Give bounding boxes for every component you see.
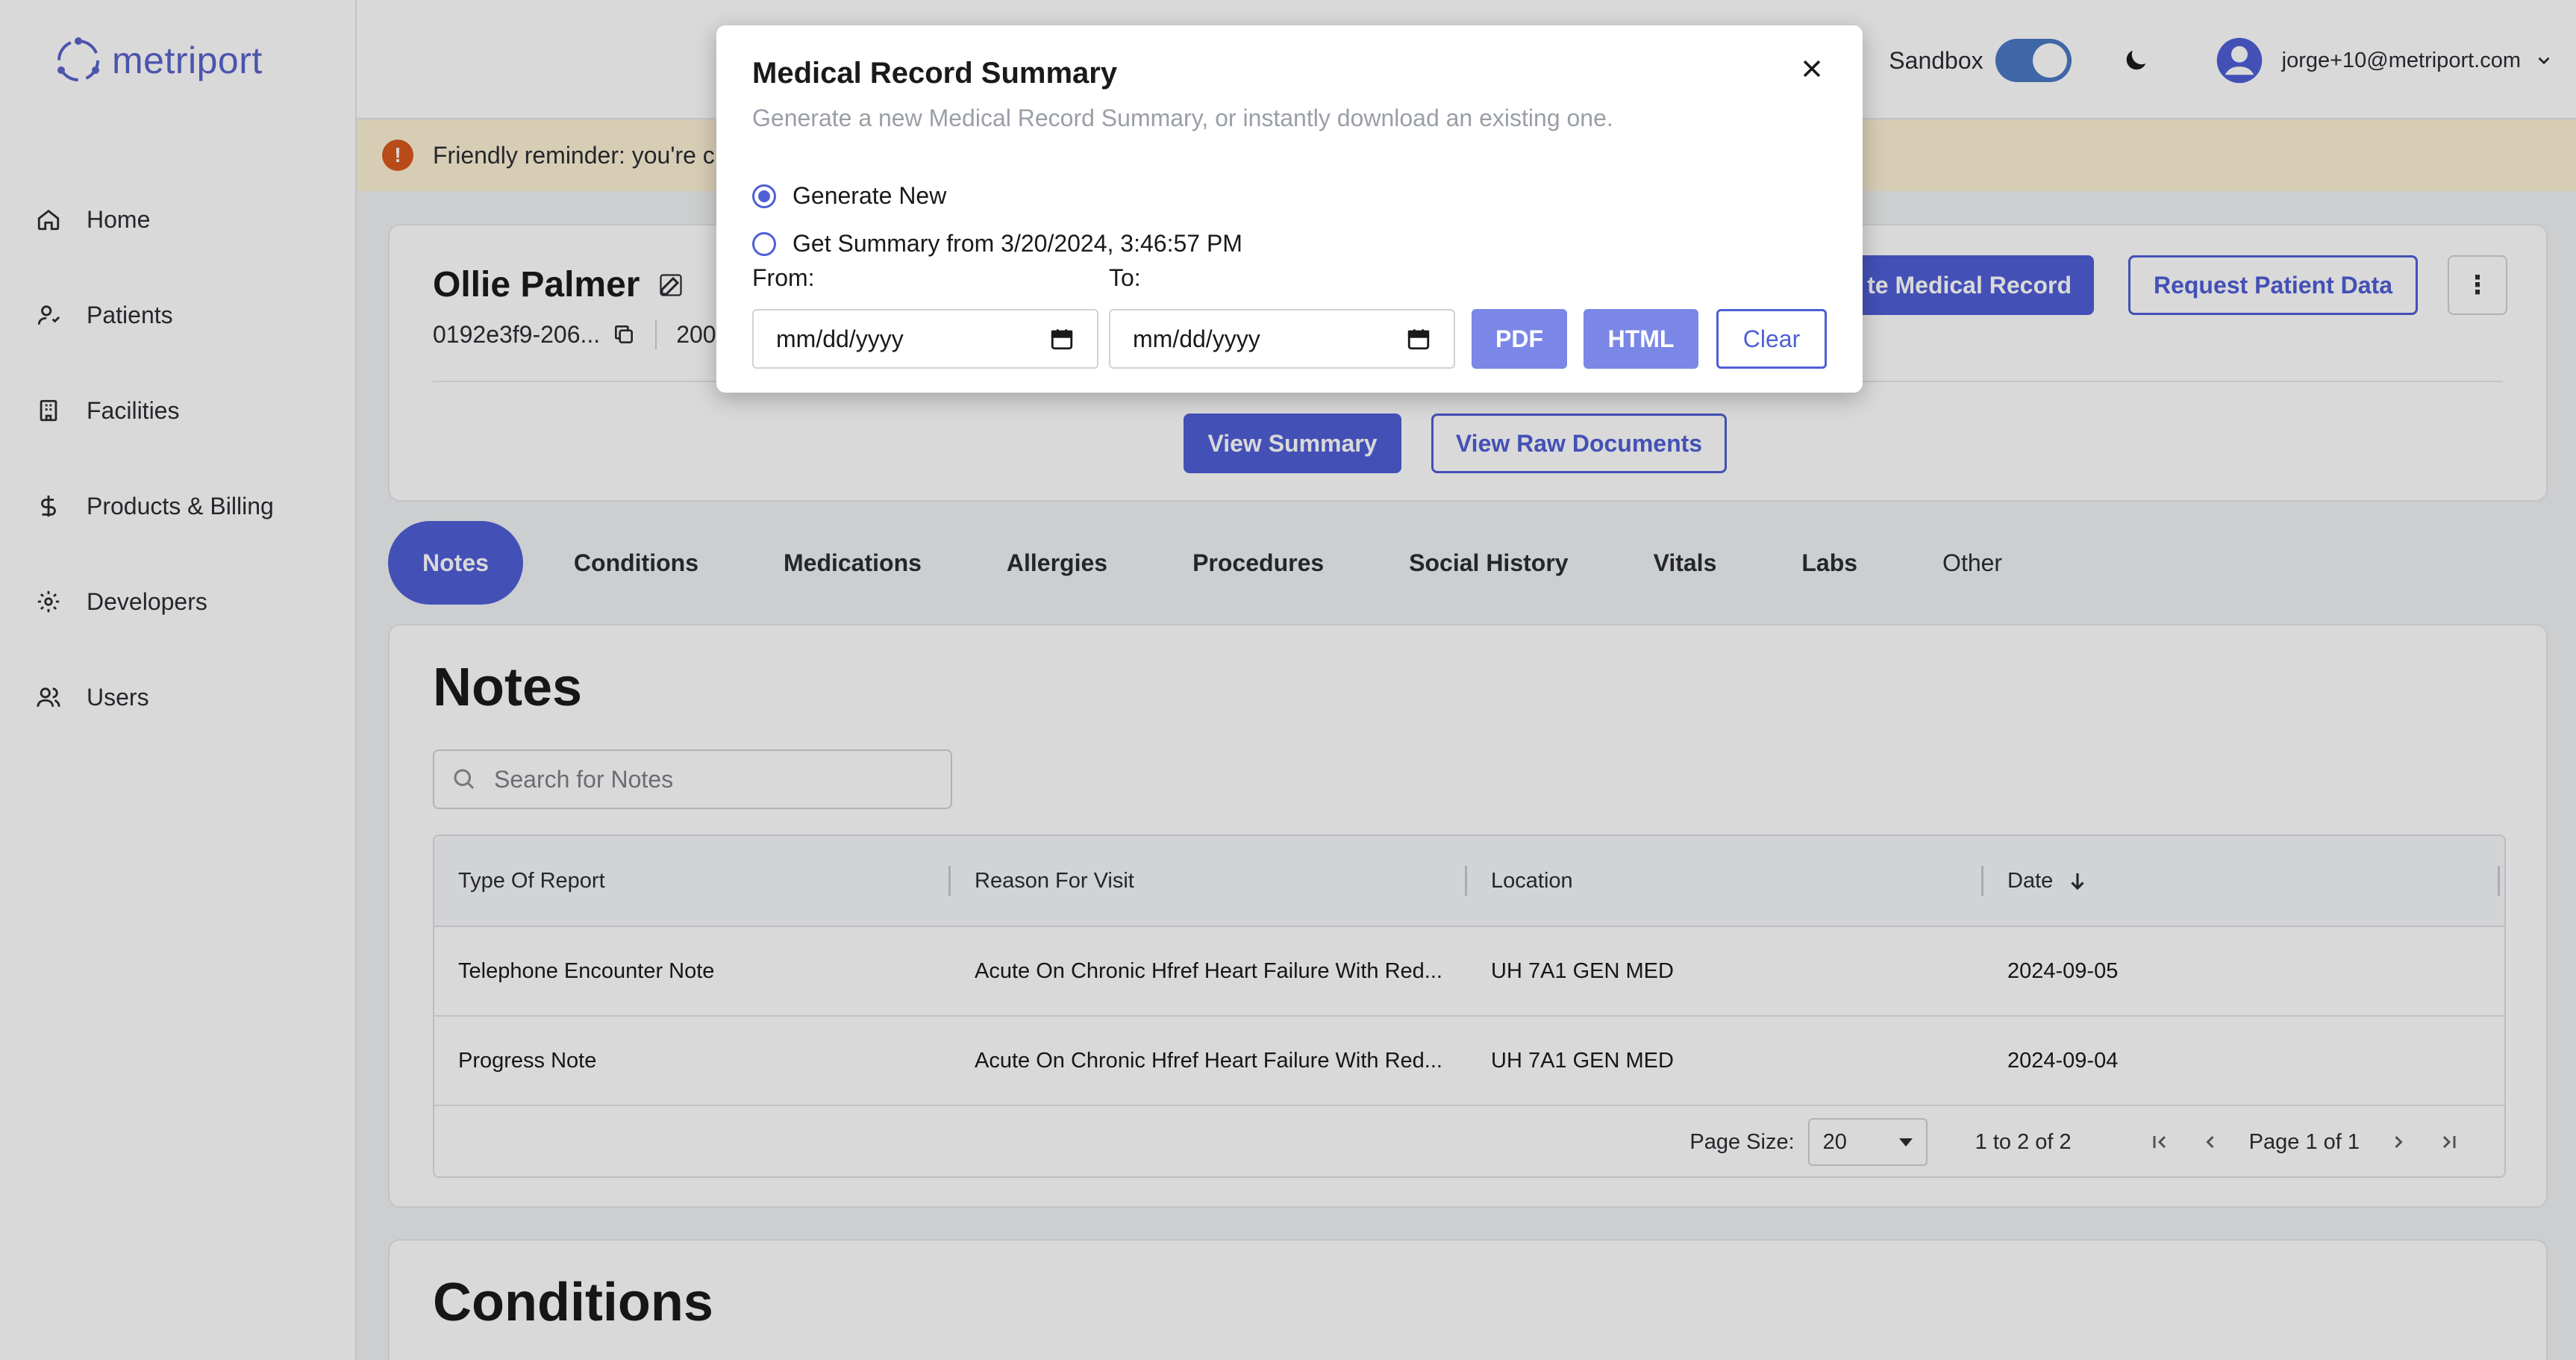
html-button[interactable]: HTML <box>1584 309 1698 369</box>
clear-button[interactable]: Clear <box>1716 309 1827 369</box>
radio-unchecked[interactable] <box>752 231 776 256</box>
calendar-icon[interactable] <box>1049 326 1075 352</box>
dialog-title: Medical Record Summary <box>752 57 1118 90</box>
to-date-value: mm/dd/yyyy <box>1133 325 1260 352</box>
from-date-input[interactable]: mm/dd/yyyy <box>752 309 1098 369</box>
medical-record-summary-dialog: Medical Record Summary Generate a new Me… <box>716 25 1863 393</box>
to-label: To: <box>1109 264 1141 291</box>
option-label: Get Summary from 3/20/2024, 3:46:57 PM <box>793 230 1242 257</box>
close-button[interactable] <box>1791 48 1833 90</box>
option-generate-new[interactable]: Generate New <box>752 182 946 210</box>
from-date-value: mm/dd/yyyy <box>776 325 904 352</box>
close-icon <box>1803 60 1821 78</box>
from-label: From: <box>752 264 815 291</box>
radio-checked[interactable] <box>752 184 776 208</box>
dialog-subtitle: Generate a new Medical Record Summary, o… <box>752 105 1613 131</box>
option-existing-summary[interactable]: Get Summary from 3/20/2024, 3:46:57 PM <box>752 230 1242 258</box>
pdf-button[interactable]: PDF <box>1472 309 1567 369</box>
calendar-icon[interactable] <box>1406 326 1431 352</box>
option-label: Generate New <box>793 182 947 209</box>
to-date-input[interactable]: mm/dd/yyyy <box>1109 309 1455 369</box>
